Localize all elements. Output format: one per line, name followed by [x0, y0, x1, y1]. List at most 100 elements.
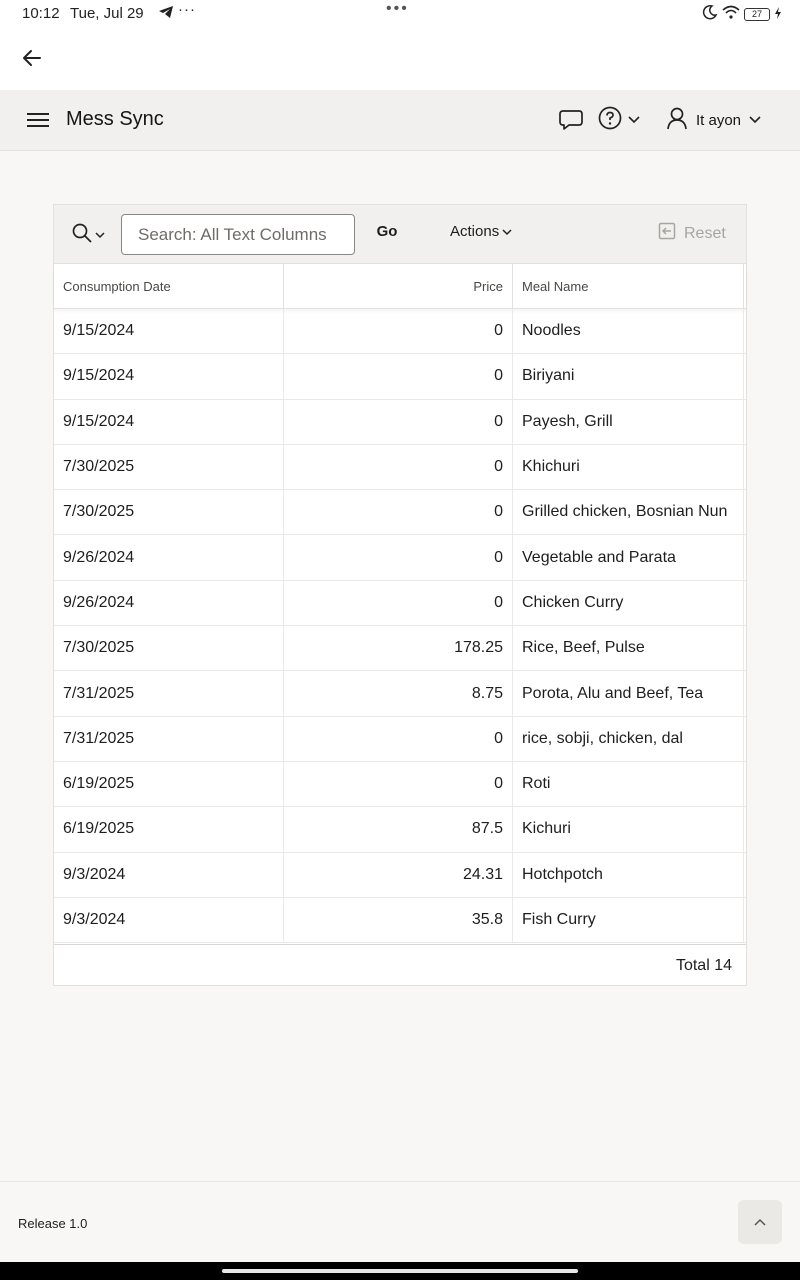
chevron-down-icon — [502, 223, 512, 240]
cell-meal-name: Grilled chicken, Bosnian Nun — [513, 490, 744, 535]
search-columns-toggle[interactable] — [72, 223, 108, 247]
telegram-icon — [158, 5, 174, 23]
help-icon — [598, 106, 622, 135]
total-count: Total 14 — [675, 956, 732, 974]
cell-price: 0 — [284, 716, 513, 761]
grid-body: 9/15/2024 0 Noodles 9/15/2024 0 Biriyani 9/15/… — [54, 309, 746, 944]
cell-meal-name: Chicken Curry — [513, 580, 744, 626]
cell-consumption-date: 7/31/2025 — [54, 671, 284, 716]
app-header: Mess Sync It ayon — [0, 90, 800, 151]
cell-consumption-date: 7/31/2025 — [54, 716, 284, 761]
report-toolbar: Go Actions Reset — [54, 205, 746, 264]
reset-button[interactable]: Reset — [658, 222, 726, 245]
cell-price: 0 — [284, 761, 513, 807]
app-title[interactable]: Mess Sync — [66, 108, 164, 131]
cell-price: 178.25 — [284, 626, 513, 671]
search-input[interactable] — [121, 214, 355, 255]
column-header-price[interactable]: Price — [284, 264, 513, 308]
cell-price: 0 — [284, 399, 513, 444]
column-header-consumption-date[interactable]: Consumption Date — [54, 264, 284, 308]
cell-consumption-date: 9/26/2024 — [54, 535, 284, 580]
cell-meal-name: Biriyani — [513, 354, 744, 399]
cell-consumption-date: 9/3/2024 — [54, 852, 284, 897]
cell-consumption-date: 7/30/2025 — [54, 490, 284, 535]
search-icon — [72, 223, 92, 248]
cell-price: 0 — [284, 535, 513, 580]
cell-meal-name: Fish Curry — [513, 897, 744, 943]
cell-meal-name: Rice, Beef, Pulse — [513, 626, 744, 671]
table-row[interactable]: 9/15/2024 0 Noodles — [54, 309, 746, 355]
battery-icon: 27 — [744, 7, 770, 21]
chevron-down-icon — [628, 111, 640, 129]
cell-meal-name: Porota, Alu and Beef, Tea — [513, 671, 744, 716]
chevron-down-icon — [749, 111, 761, 129]
go-button[interactable]: Go — [364, 223, 410, 240]
chevron-up-icon — [754, 1213, 766, 1231]
moon-icon — [702, 4, 718, 24]
cell-meal-name: Roti — [513, 761, 744, 807]
table-row[interactable]: 9/26/2024 0 Chicken Curry — [54, 580, 746, 627]
status-date: Tue, Jul 29 — [70, 5, 144, 22]
cell-consumption-date: 9/15/2024 — [54, 309, 284, 354]
cell-price: 0 — [284, 444, 513, 490]
table-row[interactable]: 9/3/2024 35.8 Fish Curry — [54, 897, 746, 944]
cell-meal-name: Khichuri — [513, 444, 744, 490]
reset-label: Reset — [684, 224, 726, 242]
gesture-handle[interactable] — [222, 1269, 578, 1273]
gesture-bar — [0, 1262, 800, 1280]
charging-icon — [774, 6, 782, 23]
user-name: It ayon — [696, 111, 742, 129]
cell-meal-name: rice, sobji, chicken, dal — [513, 716, 744, 761]
table-row[interactable]: 7/31/2025 8.75 Porota, Alu and Beef, Tea — [54, 671, 746, 717]
table-row[interactable]: 9/26/2024 0 Vegetable and Parata — [54, 535, 746, 581]
table-row[interactable]: 7/30/2025 0 Grilled chicken, Bosnian Nun — [54, 490, 746, 536]
table-row[interactable]: 7/30/2025 0 Khichuri — [54, 444, 746, 491]
table-row[interactable]: 7/30/2025 178.25 Rice, Beef, Pulse — [54, 626, 746, 672]
status-bar: 10:12 Tue, Jul 29 ··· ••• 27 — [0, 0, 800, 28]
cell-meal-name: Payesh, Grill — [513, 399, 744, 444]
grid-footer: Total 14 — [54, 944, 746, 986]
hamburger-icon[interactable] — [26, 110, 50, 130]
grid-header: Consumption Date Price Meal Name — [54, 264, 746, 309]
status-time: 10:12 — [22, 5, 60, 22]
actions-menu-button[interactable]: Actions — [450, 223, 512, 240]
column-header-meal-name[interactable]: Meal Name — [513, 264, 744, 308]
release-label: Release 1.0 — [18, 1216, 88, 1231]
cell-consumption-date: 6/19/2025 — [54, 807, 284, 852]
cell-meal-name: Kichuri — [513, 807, 744, 852]
cell-price: 0 — [284, 354, 513, 399]
help-menu[interactable] — [598, 106, 646, 135]
cell-consumption-date: 6/19/2025 — [54, 761, 284, 807]
table-row[interactable]: 9/3/2024 24.31 Hotchpotch — [54, 852, 746, 898]
cell-price: 87.5 — [284, 807, 513, 852]
interactive-report: Go Actions Reset Consumption Date Price … — [53, 204, 747, 986]
cell-price: 8.75 — [284, 671, 513, 716]
cell-consumption-date: 7/30/2025 — [54, 444, 284, 490]
user-menu[interactable]: It ayon — [666, 107, 761, 133]
cell-meal-name: Vegetable and Parata — [513, 535, 744, 580]
report-grid: Consumption Date Price Meal Name 9/15/20… — [54, 264, 746, 944]
scroll-to-top-button[interactable] — [738, 1200, 782, 1244]
cell-consumption-date: 7/30/2025 — [54, 626, 284, 671]
table-row[interactable]: 9/15/2024 0 Payesh, Grill — [54, 399, 746, 445]
reset-icon — [658, 222, 676, 245]
table-row[interactable]: 6/19/2025 0 Roti — [54, 761, 746, 808]
nav-bar — [0, 28, 800, 90]
arrow-left-icon[interactable] — [20, 46, 44, 70]
center-dots-icon[interactable]: ••• — [386, 0, 409, 18]
cell-price: 0 — [284, 309, 513, 354]
cell-consumption-date: 9/3/2024 — [54, 897, 284, 943]
cell-price: 24.31 — [284, 852, 513, 897]
cell-consumption-date: 9/15/2024 — [54, 354, 284, 399]
table-row[interactable]: 6/19/2025 87.5 Kichuri — [54, 807, 746, 853]
cell-consumption-date: 9/26/2024 — [54, 580, 284, 626]
table-row[interactable]: 9/15/2024 0 Biriyani — [54, 354, 746, 400]
status-right-group: 27 — [702, 4, 782, 24]
cell-meal-name: Noodles — [513, 309, 744, 354]
status-more-icon: ··· — [178, 1, 196, 18]
table-row[interactable]: 7/31/2025 0 rice, sobji, chicken, dal — [54, 716, 746, 762]
chat-icon[interactable] — [558, 108, 584, 132]
page-footer: Release 1.0 — [0, 1181, 800, 1262]
user-icon — [666, 106, 688, 135]
cell-price: 0 — [284, 490, 513, 535]
